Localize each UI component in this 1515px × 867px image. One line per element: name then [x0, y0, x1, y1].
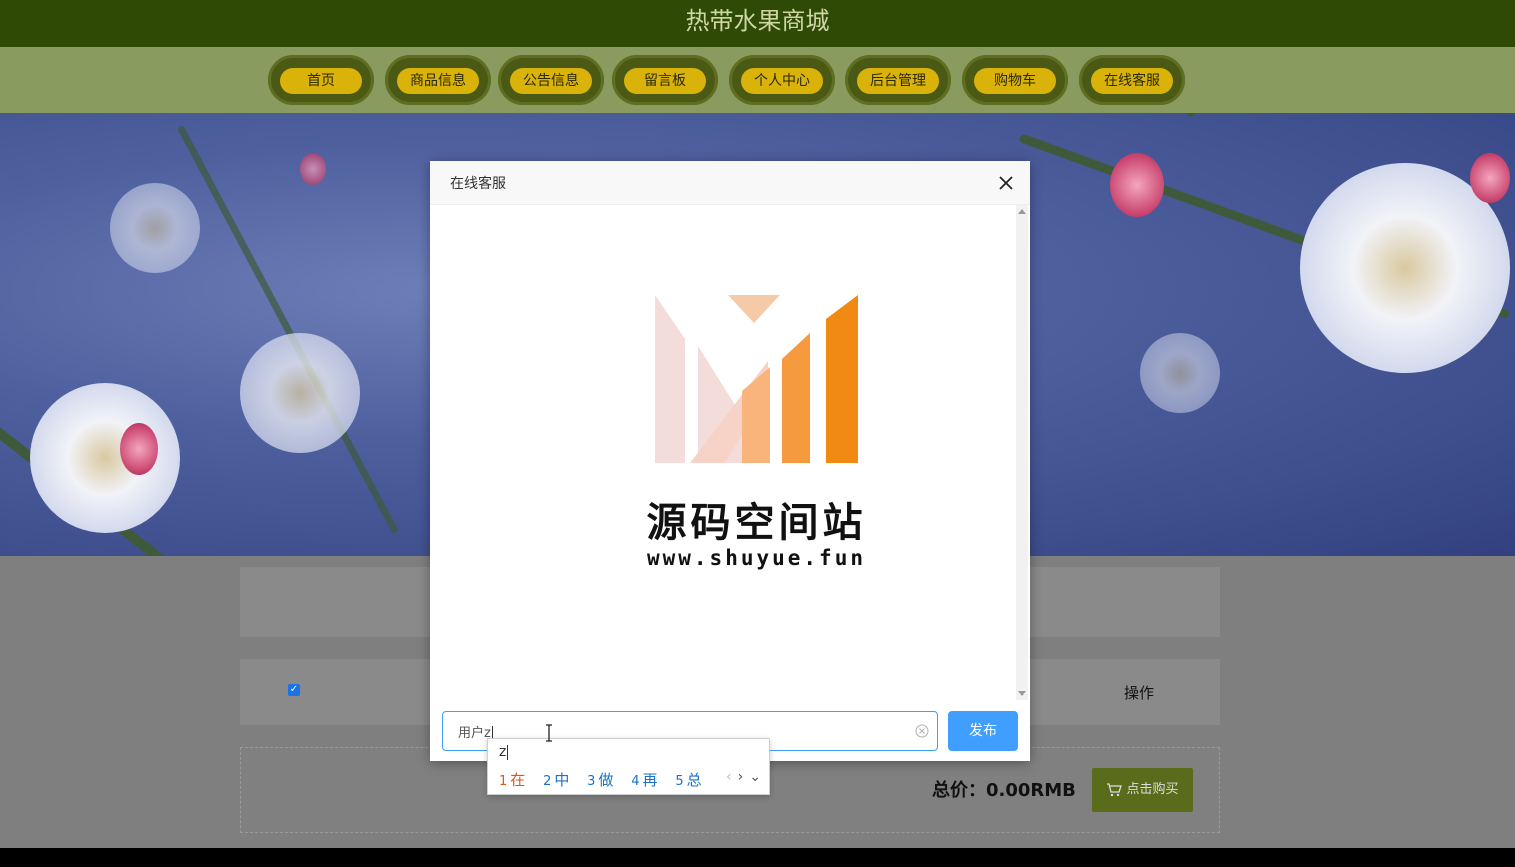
site-title: 热带水果商城	[685, 7, 830, 35]
ime-candidate[interactable]: 2中	[543, 769, 569, 790]
total-price: 总价：0.00RMB	[932, 780, 1076, 801]
column-header-actions: 操作	[1124, 684, 1155, 702]
ime-candidate-number: 3	[587, 774, 596, 789]
bud-decoration	[1110, 153, 1164, 217]
nav-item-label[interactable]: 后台管理	[857, 68, 939, 94]
branch-decoration	[176, 124, 400, 535]
ime-candidate-text: 再	[642, 771, 658, 789]
ime-candidate[interactable]: 1在	[499, 769, 525, 790]
site-header: 热带水果商城	[0, 0, 1515, 47]
ime-composition: z	[499, 744, 509, 760]
clear-icon[interactable]	[915, 724, 929, 738]
ime-candidate-number: 4	[631, 774, 640, 789]
ime-candidate-text: 总	[686, 771, 702, 789]
ime-candidate-window: z 1在 2中 3做 4再 5总 ‹ › ⌄	[487, 738, 770, 795]
ime-candidates: 1在 2中 3做 4再 5总	[499, 769, 715, 790]
nav-item-home[interactable]: 首页	[268, 55, 374, 105]
buy-button-label: 点击购买	[1126, 782, 1179, 797]
nav-item-label[interactable]: 公告信息	[510, 68, 592, 94]
nav-item-profile[interactable]: 个人中心	[729, 55, 835, 105]
nav-item-label[interactable]: 首页	[280, 68, 362, 94]
ime-nav: ‹ › ⌄	[720, 769, 761, 785]
ime-next-icon[interactable]: ›	[738, 769, 744, 785]
blossom-decoration	[30, 383, 180, 533]
scroll-down-icon[interactable]	[1018, 691, 1026, 696]
ime-prev-icon[interactable]: ‹	[726, 769, 732, 785]
ime-candidate-text: 做	[598, 771, 614, 789]
nav-item-label[interactable]: 个人中心	[741, 68, 823, 94]
nav-item-admin[interactable]: 后台管理	[845, 55, 951, 105]
ime-candidate[interactable]: 5总	[675, 769, 701, 790]
ime-candidate-number: 5	[675, 774, 684, 789]
scroll-up-icon[interactable]	[1018, 209, 1026, 214]
nav-item-label[interactable]: 商品信息	[397, 68, 479, 94]
ibeam-cursor-icon	[546, 724, 552, 742]
bud-decoration	[300, 153, 326, 185]
nav-item-message-board[interactable]: 留言板	[612, 55, 718, 105]
branch-decoration	[1186, 113, 1249, 118]
nav-item-label[interactable]: 购物车	[974, 68, 1056, 94]
bud-decoration	[1470, 153, 1510, 203]
chat-scrollbar[interactable]	[1016, 205, 1028, 700]
ime-caret	[507, 744, 509, 760]
blossom-decoration	[240, 333, 360, 453]
nav-item-label[interactable]: 留言板	[624, 68, 706, 94]
ime-candidate[interactable]: 4再	[631, 769, 657, 790]
logo-url: www.shuyue.fun	[646, 546, 866, 570]
message-input-text: 用户z	[458, 726, 491, 741]
nav-item-label[interactable]: 在线客服	[1091, 68, 1173, 94]
nav-item-cart[interactable]: 购物车	[962, 55, 1068, 105]
select-all-checkbox[interactable]: ✓	[288, 684, 300, 696]
logo-mark-icon	[655, 295, 858, 463]
bud-decoration	[120, 423, 158, 475]
dialog-header: 在线客服	[430, 161, 1030, 205]
dialog-title: 在线客服	[450, 176, 506, 192]
ime-expand-icon[interactable]: ⌄	[749, 769, 761, 785]
nav-item-support[interactable]: 在线客服	[1079, 55, 1185, 105]
ime-composition-text: z	[499, 744, 507, 760]
ime-candidate-text: 在	[510, 771, 526, 789]
ime-candidate[interactable]: 3做	[587, 769, 613, 790]
publish-button[interactable]: 发布	[948, 711, 1018, 751]
ime-candidate-number: 1	[499, 774, 508, 789]
ime-candidate-number: 2	[543, 774, 552, 789]
logo-name: 源码空间站	[646, 500, 867, 546]
main-nav: 首页 商品信息 公告信息 留言板 个人中心 后台管理 购物车 在线客服	[0, 47, 1515, 113]
close-icon[interactable]	[996, 173, 1016, 193]
chat-messages-area[interactable]: 源码空间站 www.shuyue.fun	[430, 205, 1015, 700]
nav-item-notices[interactable]: 公告信息	[498, 55, 604, 105]
nav-item-products[interactable]: 商品信息	[385, 55, 491, 105]
blossom-decoration	[1140, 333, 1220, 413]
blossom-decoration	[110, 183, 200, 273]
ime-candidate-text: 中	[554, 771, 570, 789]
bottom-bar	[0, 848, 1515, 867]
support-dialog: 在线客服 源码空间站 www.shuyue.fun 用户z 发布	[430, 161, 1030, 761]
cart-icon	[1107, 782, 1123, 796]
buy-button[interactable]: 点击购买	[1092, 768, 1193, 812]
